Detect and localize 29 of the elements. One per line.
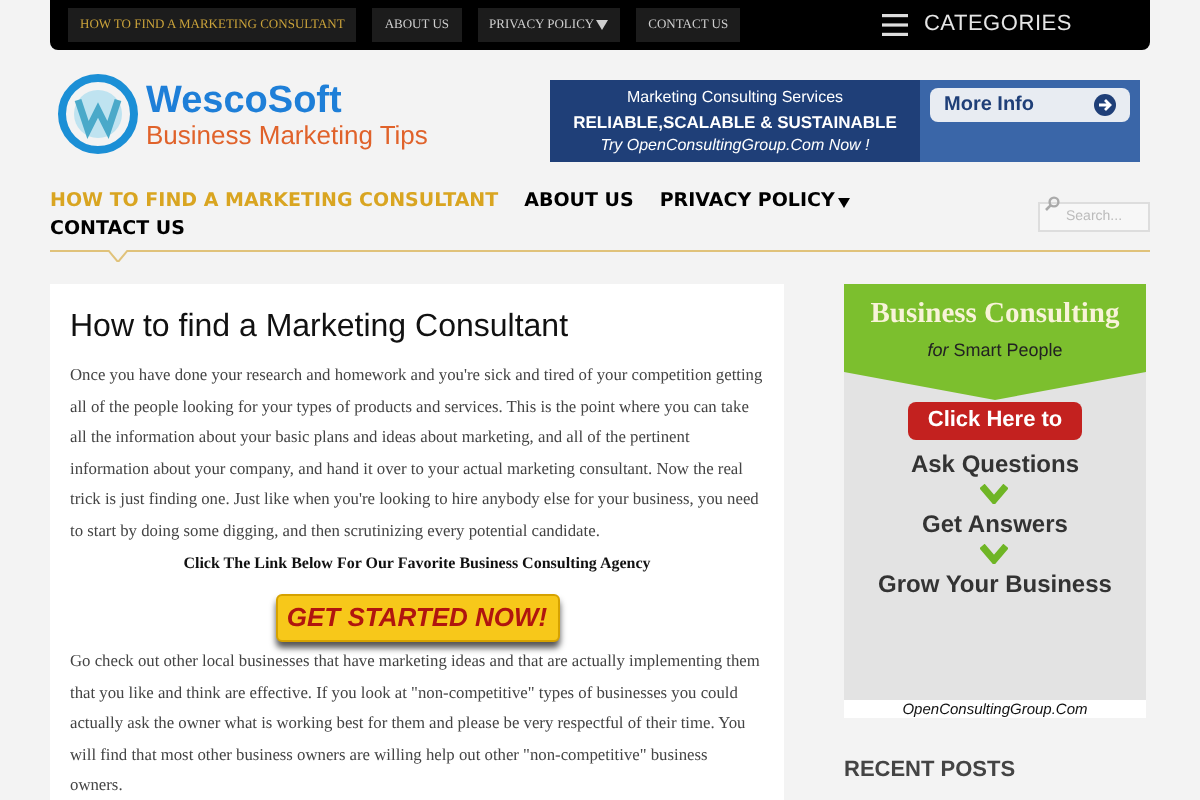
nav-link[interactable]: ABOUT US <box>524 188 634 216</box>
more-info-button[interactable]: More Info <box>930 88 1130 122</box>
chevron-down-icon <box>980 544 1009 564</box>
cta-caption: Click The Link Below For Our Favorite Business Consulting Agency <box>181 552 653 576</box>
arrow-right-icon <box>1094 94 1116 116</box>
recent-posts-heading: RECENT POSTS <box>844 758 1018 784</box>
banner-text: Marketing Consulting Services <box>626 85 844 109</box>
chevron-down-icon <box>980 484 1009 504</box>
banner-headline: RELIABLE,SCALABLE & SUSTAINABLE <box>573 109 897 133</box>
ad-step: Ask Questions <box>910 450 1079 478</box>
logo-name: WescoSoft <box>146 81 344 119</box>
menu-icon[interactable] <box>881 14 908 36</box>
ad-step: Get Answers <box>922 510 1068 538</box>
ad-subtitle: for Smart People <box>927 338 1063 364</box>
click-here-button[interactable]: Click Here to <box>908 402 1082 440</box>
nav-link[interactable]: CONTACT US <box>50 216 185 244</box>
banner-text: Try OpenConsultingGroup.Com Now ! <box>600 133 870 157</box>
ad-step: Grow Your Business <box>878 570 1112 598</box>
logo-icon <box>56 72 140 156</box>
get-started-button[interactable]: GET STARTED NOW! <box>275 594 559 642</box>
categories-link[interactable]: CATEGORIES <box>923 8 1072 42</box>
ad-banner[interactable]: Marketing Consulting Services RELIABLE,SCALABLE & SUSTAINABLE Try OpenConsultingGroup.Com Now ! More Info <box>550 80 1140 162</box>
article-paragraph: Go check out other local businesses that have marketing ideas and that are actually implementing them that you like and think are effective. If you look at "non-competitive" types of businesses you could actually ask the owner what is working best for them and please be very respectful of their time. You will find that most other business owners are willing help out other "non-competitive" business owners. <box>70 650 762 798</box>
logo-tagline: Business Marketing Tips <box>146 121 428 147</box>
article-paragraph: Once you have done your research and homework and you're sick and tired of your competition getting all of the people looking for your types of products and services. This is the point where you can take all the information about your basic plans and ideas about marketing, and all of the pertinent information about your company, and hand it over to your actual marketing consultant. Now the real trick is just finding one. Just like when you're looking to hire anybody else for your business, you need to start by doing some digging, and then scrutinizing every potential candidate. <box>70 364 764 544</box>
nav-link[interactable]: PRIVACY POLICY <box>659 188 851 216</box>
article-title: How to find a Marketing Consultant <box>70 308 571 348</box>
ad-title: Business Consulting <box>870 300 1120 330</box>
search-icon <box>1044 196 1060 212</box>
